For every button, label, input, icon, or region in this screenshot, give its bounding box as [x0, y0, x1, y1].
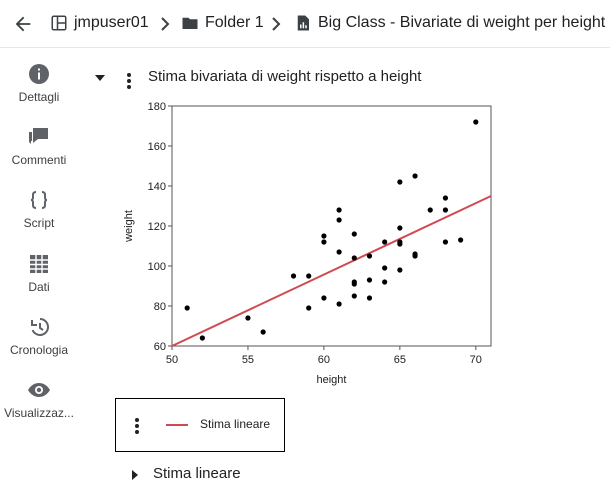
y-tick-label: 120	[148, 221, 166, 233]
legend-line-swatch	[166, 424, 188, 426]
info-icon	[29, 64, 49, 84]
data-point	[473, 119, 479, 125]
y-tick-label: 60	[154, 341, 166, 353]
data-point	[382, 239, 388, 245]
history-icon	[31, 318, 49, 336]
x-tick-label: 70	[470, 354, 482, 366]
table-icon	[30, 255, 48, 273]
data-point	[336, 207, 342, 213]
x-tick-label: 65	[394, 354, 406, 366]
sidebar-item-commenti[interactable]: Commenti	[0, 125, 78, 167]
data-point	[351, 293, 357, 299]
data-point	[442, 195, 449, 201]
data-point	[245, 315, 251, 321]
data-point	[397, 267, 403, 273]
data-point	[427, 207, 433, 213]
data-point	[366, 253, 373, 259]
data-point	[397, 179, 403, 185]
data-point	[351, 255, 357, 261]
x-tick-label: 50	[166, 354, 178, 366]
sidebar-item-cronologia[interactable]: Cronologia	[0, 315, 78, 357]
data-point	[397, 241, 403, 247]
data-point	[412, 173, 418, 179]
data-point	[306, 273, 312, 279]
legend: Stima lineare	[115, 398, 285, 452]
data-point	[336, 217, 342, 223]
data-point	[321, 239, 327, 245]
sidebar-item-visualizzazioni[interactable]: Visualizzaz...	[0, 378, 78, 420]
data-point	[382, 265, 388, 271]
chevron-right-icon	[161, 17, 170, 31]
y-tick-label: 160	[148, 141, 166, 153]
back-arrow-icon[interactable]	[12, 13, 34, 35]
y-tick-label: 100	[148, 261, 166, 273]
breadcrumb-label: Big Class - Bivariate di weight per heig…	[318, 14, 606, 31]
data-point	[382, 279, 388, 285]
data-point	[290, 273, 297, 279]
eye-icon	[28, 383, 50, 397]
subsection-title: Stima lineare	[153, 465, 241, 482]
data-point	[458, 237, 464, 243]
data-point	[442, 239, 449, 245]
sidebar-item-script[interactable]: Script	[0, 188, 78, 230]
breadcrumb-item-report[interactable]: Big Class - Bivariate di weight per heig…	[294, 14, 605, 32]
folder-icon	[182, 17, 198, 29]
more-options-icon[interactable]	[126, 72, 132, 90]
y-axis-label: weight	[123, 210, 135, 243]
top-bar: jmpuser01 Folder 1 Big Class - Bivariate…	[0, 0, 610, 48]
sidebar-item-dati[interactable]: Dati	[0, 252, 78, 294]
sidebar-item-label: Visualizzaz...	[4, 406, 74, 420]
report-icon	[297, 15, 309, 31]
data-point	[412, 253, 418, 259]
expand-triangle-icon[interactable]	[130, 469, 140, 481]
sidebar-item-label: Cronologia	[9, 343, 69, 357]
data-point	[336, 301, 342, 307]
data-point	[442, 207, 449, 213]
braces-icon	[30, 191, 48, 209]
plot-frame	[171, 105, 492, 347]
fit-line	[171, 195, 492, 347]
data-point	[351, 231, 357, 237]
data-point	[321, 233, 327, 239]
collapse-triangle-icon[interactable]	[93, 72, 107, 84]
comment-icon	[29, 128, 48, 144]
x-tick-label: 60	[318, 354, 330, 366]
legend-more-options-icon[interactable]	[134, 417, 140, 435]
y-tick-label: 80	[154, 301, 166, 313]
y-tick-label: 140	[148, 181, 166, 193]
data-point	[336, 249, 342, 255]
chevron-right-icon	[272, 17, 281, 31]
data-point	[366, 295, 373, 301]
breadcrumb-label: Folder 1	[205, 14, 264, 31]
data-point	[184, 305, 190, 311]
sidebar-item-label: Dettagli	[18, 90, 60, 104]
breadcrumb-item-user[interactable]: jmpuser01	[50, 14, 149, 32]
x-axis-label: height	[317, 374, 347, 386]
data-point	[306, 305, 312, 311]
y-tick-label: 180	[148, 101, 166, 113]
breadcrumb-item-folder[interactable]: Folder 1	[181, 14, 264, 32]
sidebar-item-label: Dati	[28, 280, 50, 294]
data-point	[260, 329, 266, 335]
data-point	[199, 335, 205, 341]
section-title: Stima bivariata di weight rispetto a hei…	[148, 68, 422, 85]
data-point	[351, 281, 357, 287]
sidebar-item-label: Script	[23, 216, 55, 230]
sidebar-item-label: Commenti	[11, 153, 67, 167]
breadcrumb-label: jmpuser01	[74, 14, 149, 31]
scatter-chart: 60 80 100 120 140 160 180 50 55 60 65 70 weight he…	[123, 101, 492, 386]
data-point	[397, 225, 403, 231]
grid-icon	[51, 15, 67, 31]
data-point	[321, 295, 327, 301]
sidebar-item-dettagli[interactable]: Dettagli	[0, 62, 78, 104]
data-point	[366, 277, 373, 283]
legend-label: Stima lineare	[200, 417, 271, 431]
x-tick-label: 55	[242, 354, 254, 366]
